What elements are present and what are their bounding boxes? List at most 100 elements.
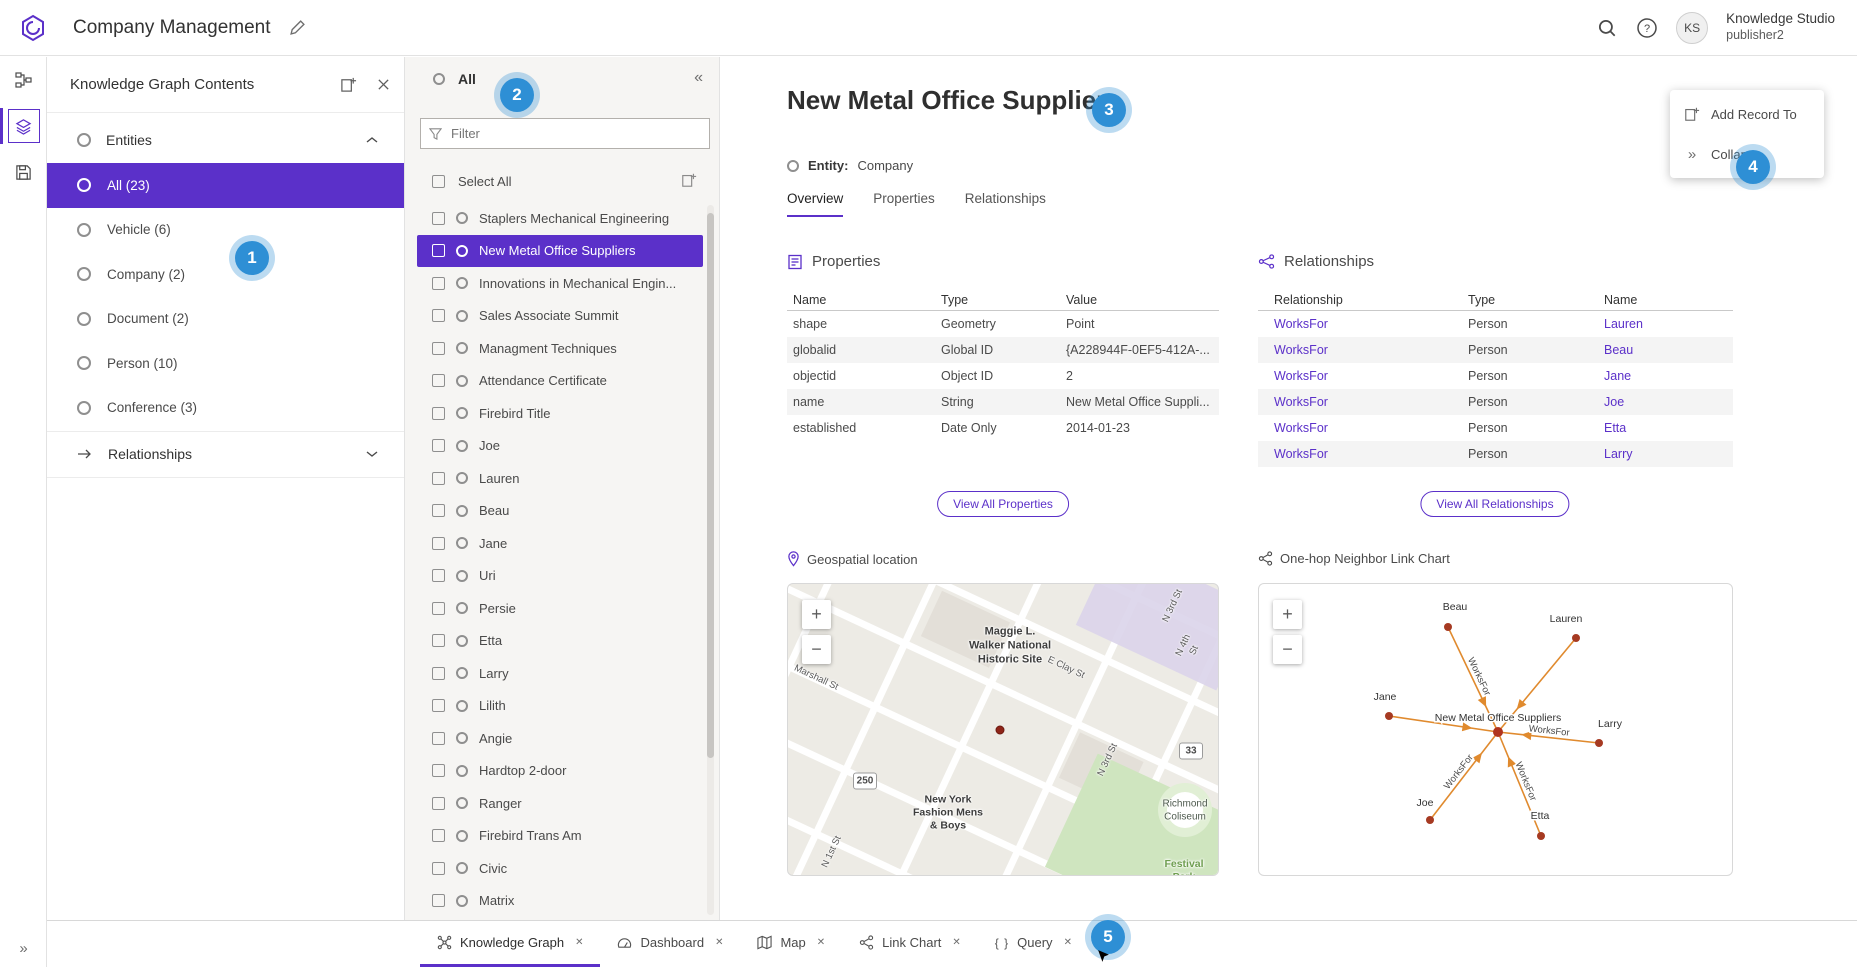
entity-list-item[interactable]: Attendance Certificate (417, 365, 703, 398)
entity-list-item[interactable]: Hardtop 2-door (417, 755, 703, 788)
record-link[interactable]: Joe (1604, 395, 1733, 409)
item-checkbox[interactable] (432, 569, 445, 582)
entity-list-item[interactable]: Lilith (417, 690, 703, 723)
scrollbar-thumb[interactable] (707, 213, 714, 758)
item-checkbox[interactable] (432, 374, 445, 387)
close-panel-icon[interactable] (377, 78, 390, 91)
record-tab-properties[interactable]: Properties (873, 191, 935, 217)
bottom-tab-map[interactable]: Map✕ (740, 921, 842, 967)
entity-list-item[interactable]: Firebird Trans Am (417, 820, 703, 853)
item-checkbox[interactable] (432, 634, 445, 647)
select-all-checkbox[interactable] (432, 175, 445, 188)
entity-list-item[interactable]: Larry (417, 657, 703, 690)
record-tab-relationships[interactable]: Relationships (965, 191, 1046, 217)
close-tab-icon[interactable]: ✕ (1064, 937, 1072, 948)
record-tab-overview[interactable]: Overview (787, 191, 843, 217)
entity-list-item[interactable]: Firebird Title (417, 397, 703, 430)
entity-type-company-2-[interactable]: Company (2) (47, 252, 404, 297)
link-chart-node[interactable] (1426, 816, 1434, 824)
zoom-in-button[interactable]: + (802, 600, 831, 629)
item-checkbox[interactable] (432, 699, 445, 712)
close-tab-icon[interactable]: ✕ (575, 937, 583, 948)
entity-list-item[interactable]: Uri (417, 560, 703, 593)
entity-list-item[interactable]: Angie (417, 722, 703, 755)
item-checkbox[interactable] (432, 277, 445, 290)
entity-type-all-23-[interactable]: All (23) (47, 163, 404, 208)
bottom-tab-knowledge-graph[interactable]: Knowledge Graph✕ (420, 921, 600, 967)
rail-schema-button[interactable] (0, 57, 47, 103)
entity-list-item[interactable]: Matrix (417, 885, 703, 918)
link-chart-center-node[interactable] (1493, 727, 1503, 737)
add-records-icon[interactable] (681, 172, 697, 188)
add-record-icon[interactable] (340, 76, 357, 93)
entity-type-conference-3-[interactable]: Conference (3) (47, 386, 404, 431)
geospatial-map[interactable]: Maggie L. Walker National Historic Site … (787, 583, 1219, 876)
filter-input[interactable] (449, 125, 701, 142)
app-logo-icon[interactable] (19, 14, 47, 42)
entity-list-item[interactable]: Civic (417, 852, 703, 885)
item-checkbox[interactable] (432, 407, 445, 420)
entity-list-item[interactable]: Sales Associate Summit (417, 300, 703, 333)
rail-save-button[interactable] (0, 149, 47, 195)
collapse-panel-icon[interactable]: « (694, 69, 703, 87)
item-checkbox[interactable] (432, 472, 445, 485)
entity-list-item[interactable]: Lauren (417, 462, 703, 495)
chevron-down-icon[interactable] (366, 450, 378, 458)
rail-layers-button[interactable] (0, 103, 47, 149)
item-checkbox[interactable] (432, 602, 445, 615)
item-checkbox[interactable] (432, 244, 445, 257)
bottom-tab-link-chart[interactable]: Link Chart✕ (842, 921, 978, 967)
entity-list-item[interactable]: Joe (417, 430, 703, 463)
record-link[interactable]: WorksFor (1258, 421, 1468, 435)
item-checkbox[interactable] (432, 439, 445, 452)
entity-list-item[interactable]: Innovations in Mechanical Engin... (417, 267, 703, 300)
entity-list-item[interactable]: Jane (417, 527, 703, 560)
link-chart-node[interactable] (1385, 712, 1393, 720)
avatar[interactable]: KS (1676, 12, 1708, 44)
item-checkbox[interactable] (432, 504, 445, 517)
help-icon[interactable]: ? (1636, 17, 1658, 39)
item-checkbox[interactable] (432, 894, 445, 907)
item-checkbox[interactable] (432, 829, 445, 842)
bottom-tab-query[interactable]: { }Query✕ (978, 921, 1089, 967)
entity-list-item[interactable]: Managment Techniques (417, 332, 703, 365)
record-link[interactable]: WorksFor (1258, 395, 1468, 409)
record-link[interactable]: WorksFor (1258, 343, 1468, 357)
edit-title-icon[interactable] (289, 19, 306, 36)
record-link[interactable]: WorksFor (1258, 369, 1468, 383)
entity-list-item[interactable]: Etta (417, 625, 703, 658)
item-checkbox[interactable] (432, 342, 445, 355)
link-chart-node[interactable] (1537, 832, 1545, 840)
expand-rail-icon[interactable]: » (0, 940, 47, 957)
record-location-marker[interactable] (996, 726, 1005, 735)
relationships-section-header[interactable]: Relationships (47, 433, 404, 475)
search-icon[interactable] (1596, 17, 1618, 39)
item-checkbox[interactable] (432, 537, 445, 550)
record-link[interactable]: Etta (1604, 421, 1733, 435)
link-chart-node[interactable] (1444, 623, 1452, 631)
entity-list-item[interactable]: Staplers Mechanical Engineering (417, 202, 703, 235)
entity-type-document-2-[interactable]: Document (2) (47, 297, 404, 342)
close-tab-icon[interactable]: ✕ (715, 937, 723, 948)
item-checkbox[interactable] (432, 797, 445, 810)
item-checkbox[interactable] (432, 862, 445, 875)
one-hop-link-chart[interactable]: WorksForWorksForWorksForWorksForBeauLaur… (1258, 583, 1733, 876)
menu-item-add-record-to[interactable]: Add Record To (1670, 94, 1824, 134)
select-all-row[interactable]: Select All (405, 165, 719, 197)
record-link[interactable]: Larry (1604, 447, 1733, 461)
entity-list-item[interactable]: New Metal Office Suppliers (417, 235, 703, 268)
close-tab-icon[interactable]: ✕ (952, 937, 960, 948)
zoom-out-button[interactable]: − (1273, 635, 1302, 664)
item-checkbox[interactable] (432, 732, 445, 745)
item-checkbox[interactable] (432, 309, 445, 322)
view-all-properties-button[interactable]: View All Properties (937, 491, 1069, 517)
item-checkbox[interactable] (432, 764, 445, 777)
chevron-up-icon[interactable] (366, 136, 378, 144)
zoom-out-button[interactable]: − (802, 635, 831, 664)
entity-type-vehicle-6-[interactable]: Vehicle (6) (47, 208, 404, 253)
entity-type-person-10-[interactable]: Person (10) (47, 341, 404, 386)
entity-list-item[interactable]: Beau (417, 495, 703, 528)
item-checkbox[interactable] (432, 212, 445, 225)
record-link[interactable]: WorksFor (1258, 447, 1468, 461)
entity-list-item[interactable]: Ranger (417, 787, 703, 820)
